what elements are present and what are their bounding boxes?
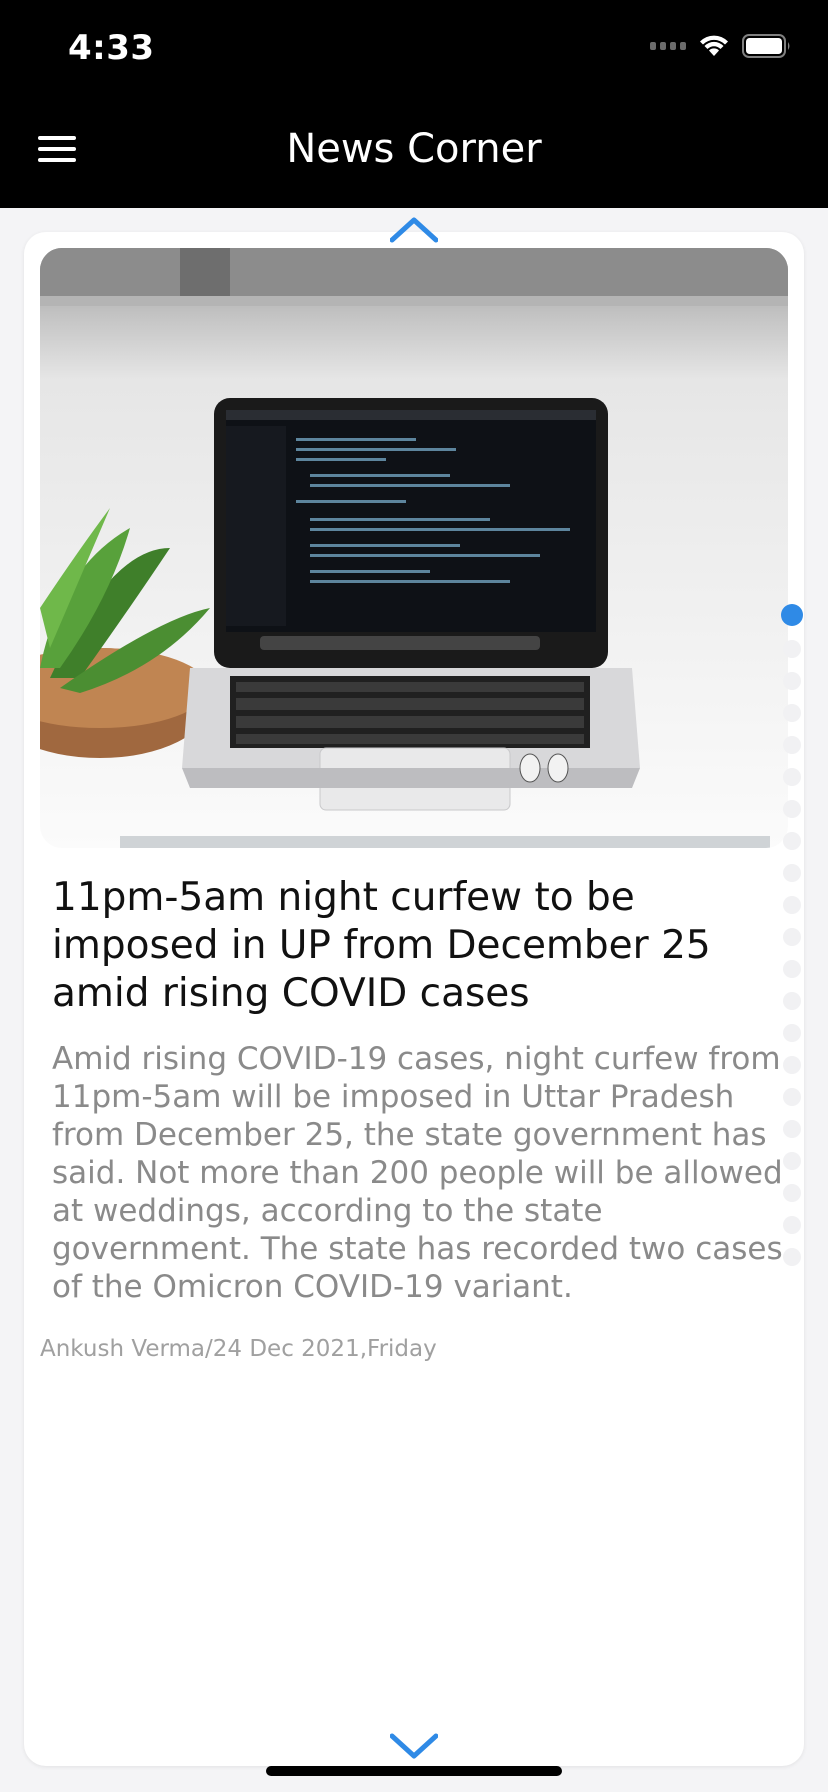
page-dot	[783, 992, 801, 1010]
article-summary: Amid rising COVID-19 cases, night curfew…	[52, 1041, 783, 1305]
home-indicator	[266, 1766, 562, 1776]
article-byline: Ankush Verma/24 Dec 2021,Friday	[40, 1336, 437, 1362]
article-headline: 11pm-5am night curfew to be imposed in U…	[52, 875, 711, 1016]
page-dot	[783, 960, 801, 978]
page-indicator	[780, 604, 804, 1280]
page-dot	[783, 928, 801, 946]
page-dot	[783, 800, 801, 818]
page-dot	[783, 672, 801, 690]
page-dot	[783, 1184, 801, 1202]
page-dot	[783, 1056, 801, 1074]
app-title: News Corner	[286, 126, 542, 172]
status-icons	[650, 34, 792, 58]
page-dot	[783, 896, 801, 914]
page-dot	[783, 1120, 801, 1138]
battery-icon	[742, 34, 792, 58]
page-dot	[783, 1216, 801, 1234]
page-dot	[783, 1152, 801, 1170]
page-dot	[783, 1248, 801, 1266]
page-dot	[783, 704, 801, 722]
status-time: 4:33	[68, 28, 155, 68]
page-dot	[781, 604, 803, 626]
page-dot	[783, 640, 801, 658]
chevron-down-icon[interactable]	[389, 1732, 439, 1764]
wifi-icon	[698, 34, 730, 58]
chevron-up-icon[interactable]	[389, 216, 439, 248]
page-dot	[783, 864, 801, 882]
page-dot	[783, 832, 801, 850]
page-dot	[783, 768, 801, 786]
article-image	[40, 248, 788, 848]
app-header: 4:33 News Corner	[0, 0, 828, 208]
page-dot	[783, 736, 801, 754]
page-dot	[783, 1088, 801, 1106]
page-dot	[783, 1024, 801, 1042]
cellular-signal-icon	[650, 42, 686, 50]
